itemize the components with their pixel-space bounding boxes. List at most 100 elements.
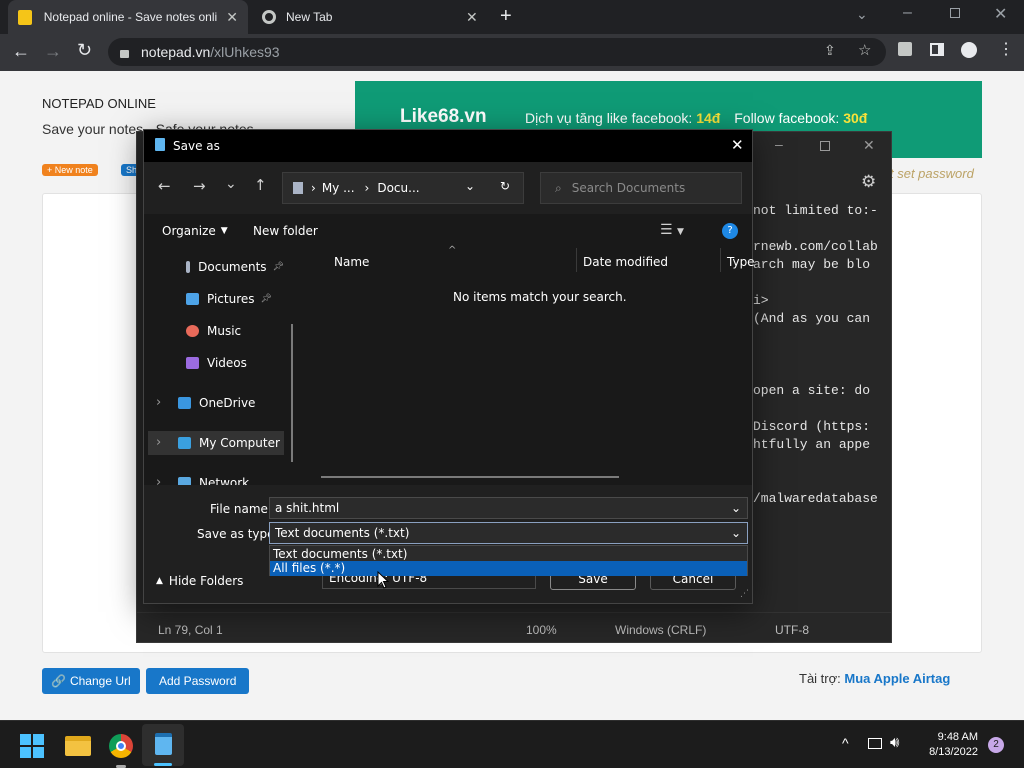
search-placeholder: Search Documents — [571, 181, 686, 195]
notepad-line: htfully an appe — [753, 437, 871, 452]
bookmark-star-icon[interactable]: ☆ — [858, 41, 871, 59]
nav-pane-scrollbar[interactable] — [291, 324, 293, 462]
column-header-type[interactable]: Type — [727, 255, 755, 269]
share-icon[interactable]: ⇪ — [824, 42, 836, 59]
side-panel-icon[interactable] — [930, 43, 944, 56]
new-tab-plus-icon[interactable]: + — [500, 5, 512, 28]
file-name-input[interactable]: a shit.html ⌄ — [269, 497, 748, 519]
dialog-close-icon[interactable]: ✕ — [731, 136, 744, 154]
notification-badge[interactable]: 2 — [988, 737, 1004, 753]
notepad-settings-gear-icon[interactable]: ⚙ — [861, 172, 876, 192]
save-type-dropdown-icon[interactable]: ⌄ — [731, 526, 741, 540]
zoom-level: 100% — [526, 623, 557, 637]
address-bar[interactable]: notepad.vn /xlUhkes93 ⇪ ☆ — [108, 38, 886, 66]
search-documents-box[interactable]: ⌕ Search Documents — [540, 172, 742, 204]
close-tab-icon[interactable]: ✕ — [466, 9, 478, 26]
column-divider[interactable] — [720, 248, 721, 272]
add-password-button[interactable]: Add Password — [146, 668, 250, 694]
organize-label: Organize — [162, 224, 216, 238]
change-url-button[interactable]: 🔗 Change Url — [42, 668, 140, 694]
nav-item-label: Documents — [198, 260, 267, 274]
new-note-badge[interactable]: + New note — [42, 164, 98, 176]
profile-avatar-icon[interactable] — [961, 42, 977, 58]
notepad-line — [753, 328, 877, 346]
ad-text-likes: Dịch vụ tăng like facebook: — [525, 110, 697, 126]
nav-item-documents[interactable]: Documents 📌︎ — [148, 255, 284, 279]
new-folder-button[interactable]: New folder — [253, 224, 318, 238]
back-arrow-icon[interactable]: ← — [12, 41, 30, 62]
refresh-icon[interactable]: ↻ — [500, 179, 510, 193]
volume-icon[interactable]: 🔊︎ — [890, 734, 899, 751]
up-folder-icon[interactable]: ↑ — [254, 176, 267, 194]
tab-notepad[interactable]: Notepad online - Save notes onli ✕ — [8, 0, 248, 34]
type-option-text[interactable]: Text documents (*.txt) — [270, 546, 747, 561]
breadcrumb-item[interactable]: Docu... — [377, 181, 419, 195]
view-options-icon[interactable]: ☰ ▼ — [660, 222, 684, 238]
pin-icon[interactable]: 📌︎ — [261, 294, 272, 304]
column-header-name[interactable]: Name — [334, 255, 369, 269]
breadcrumb-item[interactable]: My ... — [322, 181, 355, 195]
forward-arrow-icon[interactable]: → — [44, 41, 62, 62]
resize-grip-icon[interactable]: ⋰ — [740, 589, 749, 599]
pin-icon[interactable]: 📌︎ — [273, 262, 284, 272]
notepad-maximize-icon[interactable] — [820, 141, 830, 151]
recent-locations-chevron-icon[interactable]: ⌄ — [225, 176, 237, 192]
breadcrumb-sep-icon: › — [311, 181, 316, 195]
type-option-all-files[interactable]: All files (*.*) — [270, 561, 747, 576]
network-status-icon[interactable] — [868, 738, 882, 749]
back-nav-icon[interactable]: ← — [158, 177, 171, 195]
nav-item-pictures[interactable]: Pictures 📌︎ — [148, 287, 284, 311]
minimize-window-icon[interactable]: – — [903, 4, 912, 22]
browser-menu-icon[interactable]: ⋮ — [998, 39, 1014, 59]
close-tab-icon[interactable]: ✕ — [226, 9, 238, 26]
nav-item-music[interactable]: Music — [148, 319, 284, 343]
sponsor-link[interactable]: Mua Apple Airtag — [844, 671, 950, 686]
notepad-line: arch may be blo — [753, 257, 871, 272]
column-divider[interactable] — [576, 248, 577, 272]
nav-item-videos[interactable]: Videos — [148, 351, 284, 375]
expand-chevron-icon[interactable]: › — [156, 435, 161, 450]
start-windows-icon[interactable] — [20, 734, 44, 758]
change-url-label: Change Url — [69, 674, 131, 688]
lock-icon — [120, 49, 129, 58]
nav-item-network[interactable]: › Network — [148, 471, 284, 485]
file-name-dropdown-icon[interactable]: ⌄ — [731, 501, 741, 515]
notepad-active-indicator — [154, 763, 172, 766]
tab-search-chevron-icon[interactable]: ⌄ — [856, 6, 868, 23]
expand-chevron-icon[interactable]: › — [156, 475, 161, 485]
notepad-taskbar-button[interactable] — [142, 724, 184, 766]
show-hidden-icons-chevron[interactable]: ^ — [842, 735, 849, 751]
forward-nav-icon[interactable]: → — [193, 177, 206, 195]
close-window-icon[interactable]: ✕ — [994, 4, 1007, 24]
ad-price-likes: 14đ — [696, 110, 721, 126]
set-password-hint[interactable]: t set password — [890, 166, 974, 181]
extensions-puzzle-icon[interactable] — [898, 42, 912, 56]
network-icon — [178, 477, 191, 485]
empty-folder-message: No items match your search. — [453, 290, 627, 304]
notepad-text-area[interactable]: not limited to:- rnewb.com/collab arch may… — [753, 202, 877, 592]
dialog-form-area: File name: a shit.html ⌄ Save as type: T… — [144, 485, 752, 603]
notepad-line — [753, 346, 877, 364]
notepad-close-icon[interactable]: ✕ — [863, 137, 875, 154]
restore-window-icon[interactable] — [950, 8, 960, 18]
nav-item-onedrive[interactable]: › OneDrive — [148, 391, 284, 415]
expand-chevron-icon[interactable]: › — [156, 395, 161, 410]
file-explorer-icon[interactable] — [65, 736, 91, 756]
breadcrumb-sep-icon: › — [364, 181, 370, 195]
breadcrumb-address[interactable]: › My ... › Docu... ⌄ ↻ — [282, 172, 524, 204]
reload-icon[interactable]: ↻ — [77, 40, 92, 61]
taskbar-clock[interactable]: 9:48 AM 8/13/2022 — [916, 730, 978, 760]
help-icon[interactable]: ? — [722, 223, 738, 239]
address-dropdown-icon[interactable]: ⌄ — [465, 179, 475, 193]
notepad-minimize-icon[interactable]: – — [775, 136, 783, 152]
browser-tabstrip: Notepad online - Save notes onli ✕ New T… — [0, 0, 1024, 34]
horizontal-scrollbar[interactable] — [321, 476, 619, 478]
save-type-select[interactable]: Text documents (*.txt) ⌄ — [269, 522, 748, 544]
document-folder-icon — [293, 182, 303, 194]
organize-menu[interactable]: Organize ▼ — [162, 224, 228, 238]
tab-new-tab[interactable]: New Tab ✕ — [252, 0, 488, 34]
nav-item-my-computer[interactable]: › My Computer — [148, 431, 284, 455]
column-header-date-modified[interactable]: Date modified — [583, 255, 668, 269]
hide-folders-toggle[interactable]: ▲ Hide Folders — [156, 574, 243, 588]
notepad-line: /malwaredatabase — [753, 491, 877, 506]
